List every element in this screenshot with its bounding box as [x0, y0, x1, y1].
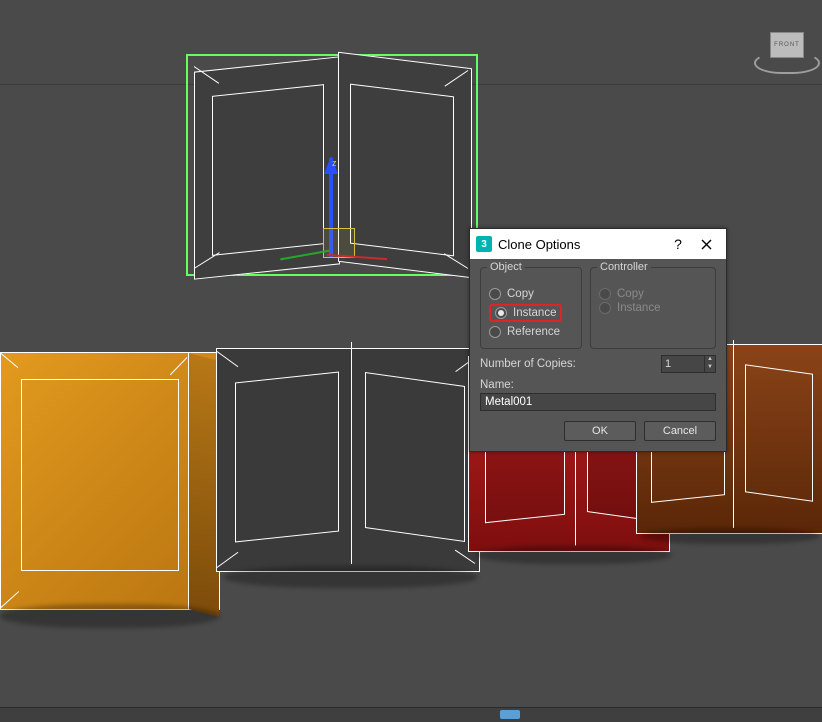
timeline[interactable]: [0, 707, 822, 722]
num-copies-input[interactable]: [662, 356, 704, 372]
group-controller: Controller Copy Instance: [590, 267, 716, 349]
radio-object-instance[interactable]: Instance: [495, 307, 556, 319]
group-object: Object Copy Instance Reference: [480, 267, 582, 349]
radio-object-copy[interactable]: Copy: [489, 288, 573, 300]
spinner-up-icon[interactable]: ▲: [705, 356, 715, 364]
spinner-down-icon[interactable]: ▼: [705, 364, 715, 372]
row-num-copies: Number of Copies: ▲ ▼: [480, 355, 716, 373]
clone-options-dialog: 3 Clone Options ? Object Copy Instance: [469, 228, 727, 452]
dialog-titlebar[interactable]: 3 Clone Options ?: [470, 229, 726, 259]
group-object-label: Object: [487, 261, 525, 273]
group-controller-label: Controller: [597, 261, 651, 273]
close-icon[interactable]: [692, 230, 720, 258]
name-input[interactable]: [480, 393, 716, 411]
radio-object-reference[interactable]: Reference: [489, 326, 573, 338]
help-button[interactable]: ?: [664, 230, 692, 258]
radio-object-instance-label: Instance: [513, 307, 556, 319]
app-icon: 3: [476, 236, 492, 252]
radio-controller-instance: Instance: [599, 302, 707, 314]
radio-object-reference-label: Reference: [507, 326, 560, 338]
radio-controller-instance-label: Instance: [617, 302, 660, 314]
cancel-button[interactable]: Cancel: [644, 421, 716, 441]
radio-controller-copy: Copy: [599, 288, 707, 300]
annotation-highlight: Instance: [489, 304, 562, 322]
num-copies-spinner[interactable]: ▲ ▼: [661, 355, 716, 373]
timeline-slider[interactable]: [500, 710, 520, 719]
viewcube[interactable]: FRONT: [754, 32, 816, 74]
ok-button[interactable]: OK: [564, 421, 636, 441]
scene-object-metal[interactable]: [216, 348, 480, 572]
dialog-title: Clone Options: [498, 237, 664, 252]
selected-object[interactable]: [186, 54, 478, 276]
radio-object-copy-label: Copy: [507, 288, 534, 300]
scene-object-orange[interactable]: [0, 352, 220, 610]
name-label: Name:: [480, 379, 716, 391]
radio-controller-copy-label: Copy: [617, 288, 644, 300]
viewcube-face[interactable]: FRONT: [770, 32, 804, 58]
num-copies-label: Number of Copies:: [480, 358, 661, 370]
